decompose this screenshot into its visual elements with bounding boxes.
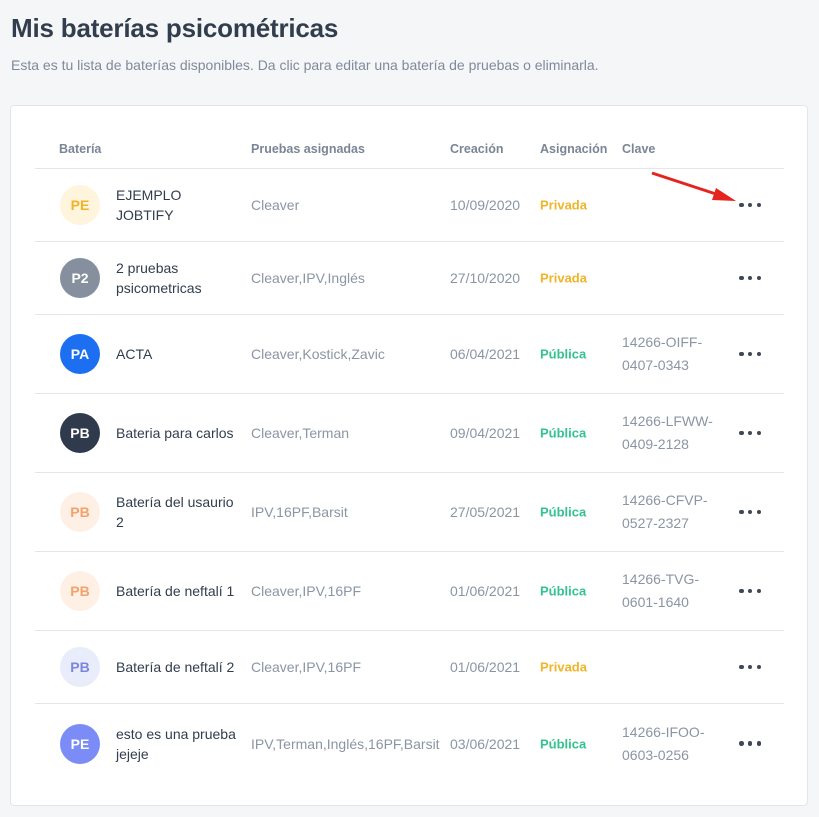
more-dot-icon xyxy=(739,430,744,436)
column-header-asignacion: Asignación xyxy=(540,142,608,156)
creation-date: 10/09/2020 xyxy=(450,197,521,213)
table-row[interactable]: PB Batería del usaurio 2 IPV,16PF,Barsit 27… xyxy=(35,473,784,552)
assigned-tests: Cleaver,IPV,Inglés xyxy=(251,270,365,286)
batteries-card: Batería Pruebas asignadas Creación Asign… xyxy=(10,105,808,806)
more-dot-icon xyxy=(756,202,761,208)
more-dot-icon xyxy=(756,588,761,594)
more-options-button[interactable] xyxy=(739,660,761,674)
assigned-tests: Cleaver,Kostick,Zavic xyxy=(251,346,385,362)
table-row[interactable]: P2 2 pruebas psicometricas Cleaver,IPV,Ing… xyxy=(35,242,784,315)
avatar: PB xyxy=(60,413,100,453)
battery-name: Batería del usaurio 2 xyxy=(116,494,234,530)
more-dot-icon xyxy=(739,664,744,670)
batteries-table: Batería Pruebas asignadas Creación Asign… xyxy=(35,130,784,783)
avatar: PE xyxy=(60,185,100,225)
battery-key: 14266-LFWW-0409-2128 xyxy=(622,413,713,452)
assigned-tests: Cleaver,IPV,16PF xyxy=(251,583,361,599)
creation-date: 01/06/2021 xyxy=(450,583,521,599)
battery-name: Bateria para carlos xyxy=(116,425,234,441)
more-dot-icon xyxy=(756,430,761,436)
more-dot-icon xyxy=(739,275,744,281)
more-options-button[interactable] xyxy=(739,426,761,440)
creation-date: 27/05/2021 xyxy=(450,504,521,520)
creation-date: 03/06/2021 xyxy=(450,735,521,752)
assignment-badge: Pública xyxy=(540,504,587,520)
more-dot-icon xyxy=(747,430,753,436)
column-header-pruebas: Pruebas asignadas xyxy=(251,142,365,156)
table-row[interactable]: PB Batería de neftalí 1 Cleaver,IPV,16PF 01… xyxy=(35,552,784,631)
more-dot-icon xyxy=(756,351,761,357)
more-dot-icon xyxy=(747,509,753,515)
more-dot-icon xyxy=(747,741,753,746)
avatar: PB xyxy=(60,571,100,611)
assigned-tests: IPV,Terman,Inglés,16PF,Barsit xyxy=(251,735,440,752)
table-row[interactable]: PE EJEMPLO JOBTIFY Cleaver 10/09/2020 Privad… xyxy=(35,169,784,242)
table-body: PE EJEMPLO JOBTIFY Cleaver 10/09/2020 Privad… xyxy=(35,169,784,783)
more-dot-icon xyxy=(756,509,761,515)
assignment-badge: Privada xyxy=(540,659,587,675)
assignment-badge: Pública xyxy=(540,425,587,441)
avatar: PE xyxy=(60,723,100,764)
avatar: PB xyxy=(60,492,100,532)
creation-date: 27/10/2020 xyxy=(450,270,521,286)
more-dot-icon xyxy=(756,741,761,746)
more-options-button[interactable] xyxy=(739,584,761,598)
more-dot-icon xyxy=(739,202,744,208)
table-row[interactable]: PA ACTA Cleaver,Kostick,Zavic 06/04/2021 Púb… xyxy=(35,315,784,394)
assigned-tests: IPV,16PF,Barsit xyxy=(251,504,348,520)
avatar: PA xyxy=(60,334,100,374)
table-header: Batería Pruebas asignadas Creación Asign… xyxy=(35,130,784,169)
battery-key: 14266-IFOO-0603-0256 xyxy=(622,723,705,763)
page-subtitle: Esta es tu lista de baterías disponibles… xyxy=(11,57,599,73)
battery-key: 14266-OIFF-0407-0343 xyxy=(622,334,703,373)
more-dot-icon xyxy=(747,588,753,594)
more-dot-icon xyxy=(747,275,753,281)
column-header-creacion: Creación xyxy=(450,142,504,156)
battery-name: esto es una prueba jejeje xyxy=(116,725,236,762)
more-dot-icon xyxy=(756,664,761,670)
page-title: Mis baterías psicométricas xyxy=(11,13,339,43)
assignment-badge: Pública xyxy=(540,736,587,751)
avatar: P2 xyxy=(60,258,100,298)
battery-name: EJEMPLO JOBTIFY xyxy=(116,187,182,223)
more-dot-icon xyxy=(739,741,744,746)
assigned-tests: Cleaver xyxy=(251,197,300,213)
more-options-button[interactable] xyxy=(739,505,761,519)
assignment-badge: Privada xyxy=(540,270,587,286)
assignment-badge: Pública xyxy=(540,346,587,362)
column-header-bateria: Batería xyxy=(59,142,102,156)
more-dot-icon xyxy=(739,509,744,515)
more-options-button[interactable] xyxy=(739,347,761,361)
more-dot-icon xyxy=(739,588,744,594)
more-dot-icon xyxy=(747,664,753,670)
more-options-button[interactable] xyxy=(739,737,761,751)
battery-key: 14266-TVG-0601-1640 xyxy=(622,571,700,610)
assignment-badge: Pública xyxy=(540,583,587,599)
more-options-button[interactable] xyxy=(739,271,761,285)
more-options-button[interactable] xyxy=(739,198,761,212)
battery-name: Batería de neftalí 1 xyxy=(116,583,235,599)
creation-date: 06/04/2021 xyxy=(450,346,521,362)
assignment-badge: Privada xyxy=(540,197,587,213)
avatar: PB xyxy=(60,647,100,687)
creation-date: 01/06/2021 xyxy=(450,659,521,675)
more-dot-icon xyxy=(739,351,744,357)
battery-key: 14266-CFVP-0527-2327 xyxy=(622,492,708,531)
table-row[interactable]: PB Batería de neftalí 2 Cleaver,IPV,16PF 01… xyxy=(35,631,784,704)
assigned-tests: Cleaver,IPV,16PF xyxy=(251,659,361,675)
battery-name: ACTA xyxy=(116,346,153,362)
table-row[interactable]: PE esto es una prueba jejeje IPV,Terman,In… xyxy=(35,704,784,783)
table-row[interactable]: PB Bateria para carlos Cleaver,Terman 09/04… xyxy=(35,394,784,473)
more-dot-icon xyxy=(747,351,753,357)
creation-date: 09/04/2021 xyxy=(450,425,521,441)
assigned-tests: Cleaver,Terman xyxy=(251,425,350,441)
battery-name: 2 pruebas psicometricas xyxy=(116,260,202,296)
more-dot-icon xyxy=(756,275,761,281)
column-header-clave: Clave xyxy=(622,142,656,156)
more-dot-icon xyxy=(747,202,753,208)
battery-name: Batería de neftalí 2 xyxy=(116,659,235,675)
